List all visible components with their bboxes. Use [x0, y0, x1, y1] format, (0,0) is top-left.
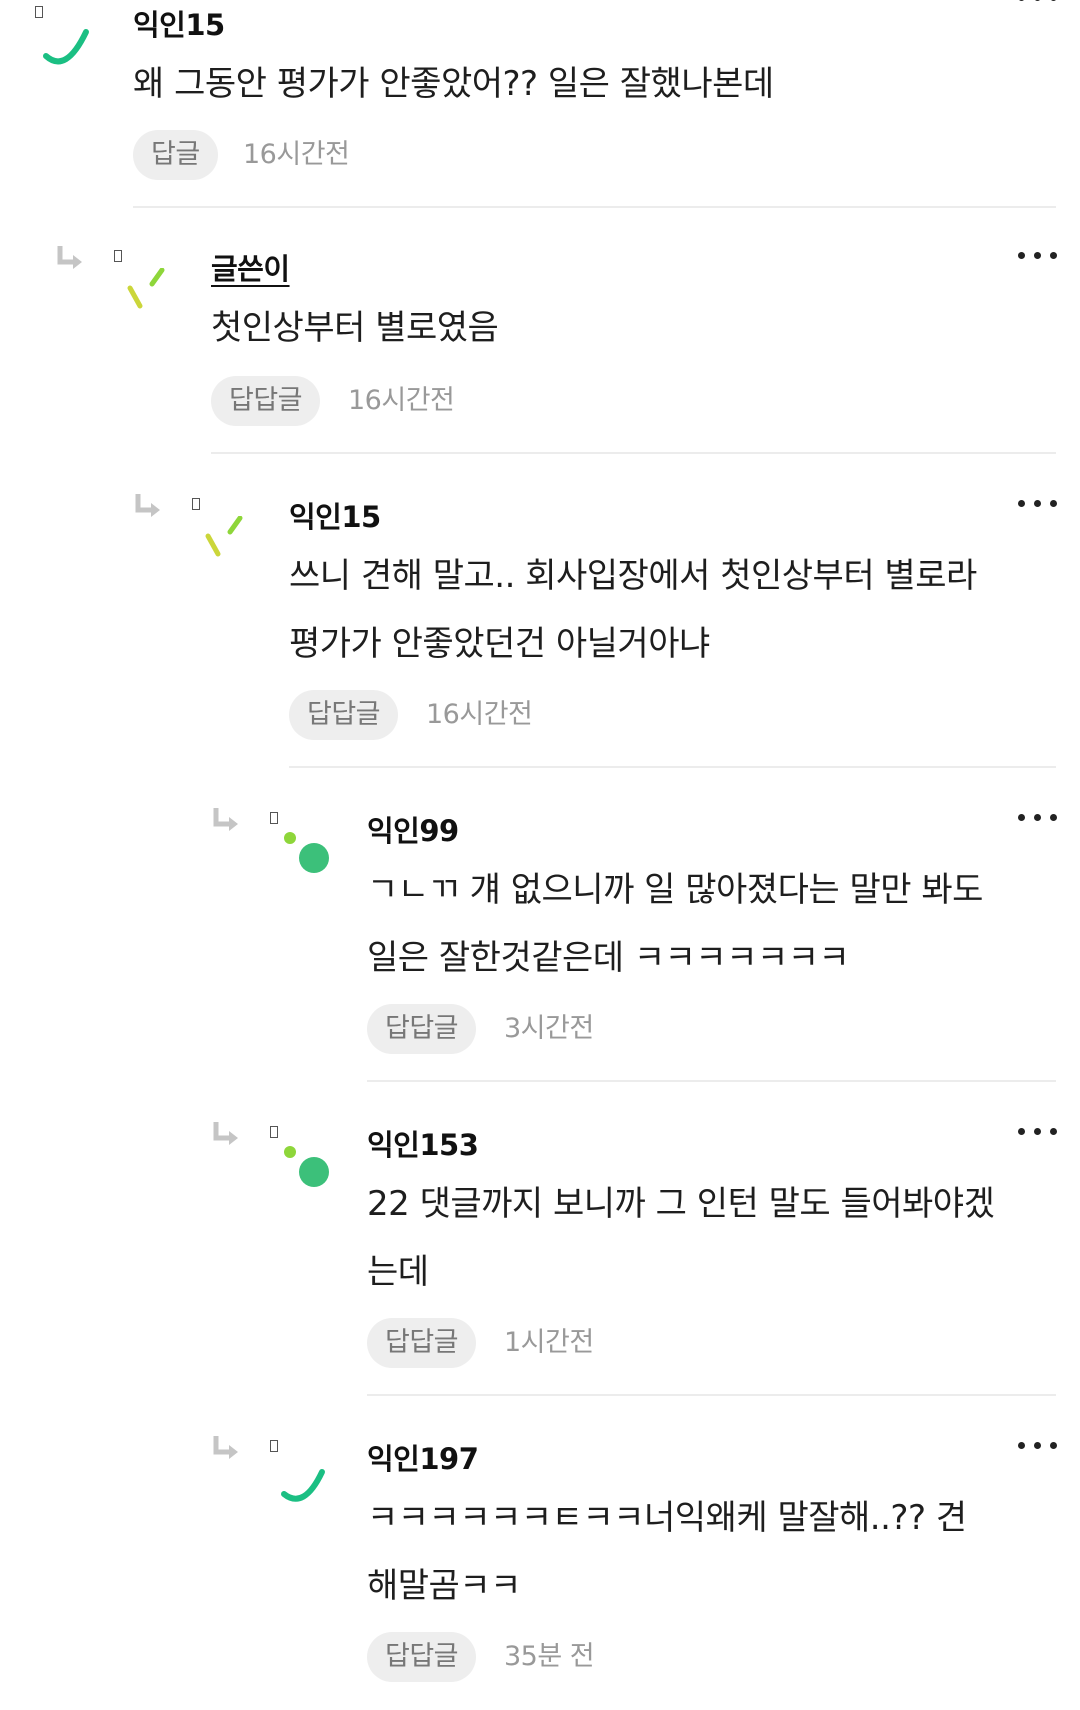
comment-item: 익인15 쓰니 견해 말고.. 회사입장에서 첫인상부터 별로라 평가가 안좋았… [0, 476, 1080, 796]
reply-button[interactable]: 답답글 [367, 1632, 477, 1682]
timestamp: 16시간전 [426, 699, 533, 730]
timestamp: 16시간전 [348, 385, 455, 416]
more-dots-icon[interactable] [1016, 246, 1060, 266]
reply-button[interactable]: 답답글 [367, 1318, 477, 1368]
divider [367, 1080, 1056, 1082]
comment-author[interactable]: 익인15 [289, 494, 381, 536]
comment-text: 왜 그동안 평가가 안좋았어?? 일은 잘했나본데 [133, 64, 774, 104]
more-dots-icon[interactable] [1016, 808, 1060, 828]
reply-arrow-icon [134, 492, 164, 522]
broken-image-icon [114, 250, 122, 262]
reply-button[interactable]: 답글 [133, 130, 218, 180]
comment-author[interactable]: 익인197 [367, 1436, 479, 1478]
comment-item: 익인197 ㅋㅋㅋㅋㅋㅋㅌㅋㅋ너익왜케 말잘해..?? 견 해말곰ㅋㅋ 답답글 … [0, 1418, 1080, 1710]
more-dots-icon[interactable] [1016, 0, 1060, 8]
broken-image-icon [270, 1440, 278, 1452]
reply-arrow-icon [212, 1434, 242, 1464]
avatar [272, 1138, 362, 1208]
avatar [116, 268, 206, 338]
avatar [272, 824, 362, 894]
broken-image-icon [270, 1126, 278, 1138]
timestamp: 35분 전 [504, 1641, 595, 1672]
comment-item: 익인15 왜 그동안 평가가 안좋았어?? 일은 잘했나본데 답글 16시간전 [0, 0, 1080, 210]
comment-author[interactable]: 익인15 [133, 2, 225, 44]
comment-item: 익인99 ㄱㄴㄲ 걔 없으니까 일 많아졌다는 말만 봐도 일은 잘한것같은데 … [0, 790, 1080, 1110]
comment-text: 쓰니 견해 말고.. 회사입장에서 첫인상부터 별로라 [289, 556, 977, 596]
divider [367, 1394, 1056, 1396]
comment-text: 평가가 안좋았던건 아닐거아냐 [289, 624, 710, 664]
comment-text: 첫인상부터 별로였음 [211, 308, 499, 348]
reply-arrow-icon [212, 806, 242, 836]
more-dots-icon[interactable] [1016, 1122, 1060, 1142]
reply-arrow-icon [212, 1120, 242, 1150]
comment-text: 는데 [367, 1252, 429, 1292]
avatar [36, 12, 126, 82]
reply-button[interactable]: 답답글 [289, 690, 399, 740]
divider [289, 766, 1056, 768]
divider [211, 452, 1056, 454]
comment-text: 해말곰ㅋㅋ [367, 1566, 521, 1606]
reply-button[interactable]: 답답글 [211, 376, 321, 426]
comment-text: ㅋㅋㅋㅋㅋㅋㅌㅋㅋ너익왜케 말잘해..?? 견 [367, 1498, 967, 1538]
comment-item: 익인153 22 댓글까지 보니까 그 인턴 말도 들어봐야겠 는데 답답글 1… [0, 1104, 1080, 1424]
divider [133, 206, 1056, 208]
comment-author[interactable]: 글쓴이 [211, 246, 290, 288]
comment-text: ㄱㄴㄲ 걔 없으니까 일 많아졌다는 말만 봐도 [367, 870, 983, 910]
timestamp: 16시간전 [243, 139, 350, 170]
timestamp: 1시간전 [504, 1327, 594, 1358]
comment-item: 글쓴이 첫인상부터 별로였음 답답글 16시간전 [0, 228, 1080, 473]
reply-button[interactable]: 답답글 [367, 1004, 477, 1054]
reply-arrow-icon [56, 244, 86, 274]
broken-image-icon [270, 812, 278, 824]
broken-image-icon [192, 498, 200, 510]
timestamp: 3시간전 [504, 1013, 594, 1044]
comment-author[interactable]: 익인153 [367, 1122, 479, 1164]
comment-author[interactable]: 익인99 [367, 808, 459, 850]
avatar [272, 1452, 362, 1522]
comment-text: 일은 잘한것같은데 ㅋㅋㅋㅋㅋㅋㅋ [367, 938, 850, 978]
more-dots-icon[interactable] [1016, 494, 1060, 514]
comment-text: 22 댓글까지 보니까 그 인턴 말도 들어봐야겠 [367, 1184, 995, 1224]
more-dots-icon[interactable] [1016, 1436, 1060, 1456]
avatar [194, 516, 284, 586]
